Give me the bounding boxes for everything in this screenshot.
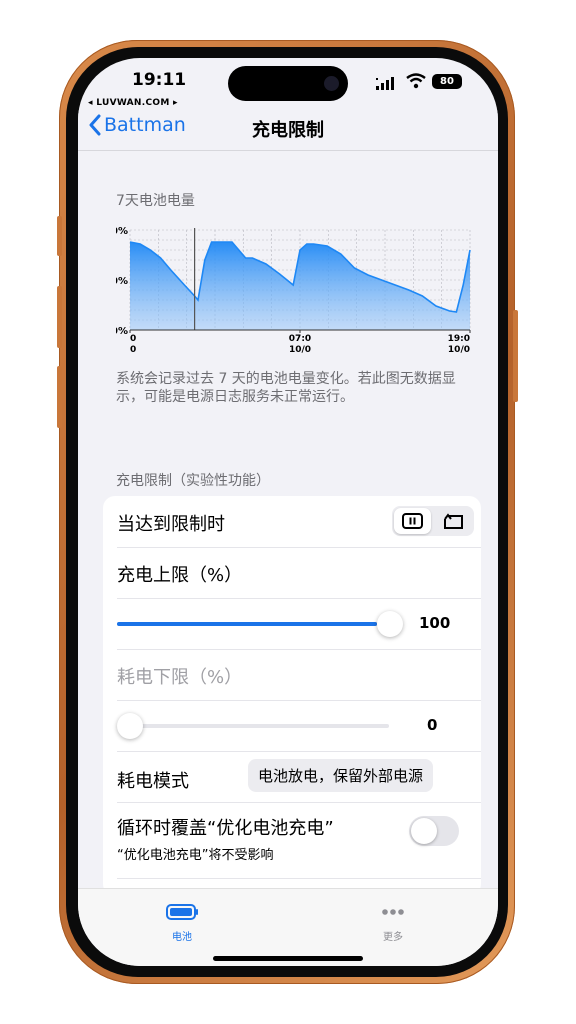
- drain-mode-selector[interactable]: 电池放电，保留外部电源: [248, 759, 434, 792]
- battery-level-area: [130, 242, 470, 330]
- home-indicator: [213, 956, 363, 961]
- cycle-icon: [444, 513, 463, 529]
- upper-limit-label: 充电上限（%）: [117, 565, 243, 586]
- x-tick-label: 10/0: [289, 345, 311, 355]
- power-button: [513, 310, 518, 402]
- y-tick-label: 100%: [116, 226, 128, 237]
- lower-limit-slider-knob[interactable]: [117, 713, 143, 739]
- charge-limit-card: 当达到限制时 充电上限（%） 100 耗电下限（%） 0 耗电模式 电池放电，保…: [103, 496, 481, 896]
- tab-more-label: 更多: [383, 932, 403, 943]
- navigation-bar: Battman 充电限制: [78, 110, 498, 151]
- battery-icon: [166, 904, 198, 920]
- action-button: [57, 216, 62, 256]
- cellular-signal-icon: [376, 76, 398, 94]
- override-toggle[interactable]: [409, 816, 459, 846]
- y-tick-label: 0%: [116, 326, 128, 337]
- dynamic-island: [228, 66, 348, 101]
- volume-down-button: [57, 366, 62, 428]
- x-tick-label: 0: [130, 334, 136, 344]
- chart-description: 系统会记录过去 7 天的电池电量变化。若此图无数据显示，可能是电源日志服务未正常…: [116, 371, 456, 405]
- pause-icon: [402, 513, 423, 529]
- y-tick-label: 50%: [116, 276, 128, 287]
- battery-level-chart: 100%50%0%0007:010/019:010/0: [116, 226, 471, 355]
- camera-icon: [324, 76, 339, 91]
- upper-limit-slider-knob[interactable]: [377, 611, 403, 637]
- drain-mode-row: 耗电模式 电池放电，保留外部电源: [117, 751, 481, 803]
- tab-battery[interactable]: 电池: [142, 903, 222, 943]
- status-time: 19:11: [132, 70, 187, 90]
- x-tick-label: 0: [130, 345, 136, 355]
- lower-limit-value: 0: [427, 716, 438, 734]
- x-tick-label: 19:0: [448, 334, 470, 344]
- cycle-option[interactable]: [435, 508, 472, 534]
- pause-option[interactable]: [394, 508, 431, 534]
- status-bar: 19:11 ◂ LUVWAN.COM ▸ 80: [78, 58, 498, 116]
- more-icon: [382, 909, 404, 915]
- page-title: 充电限制: [252, 120, 324, 141]
- override-label: 循环时覆盖“优化电池充电”: [117, 818, 334, 839]
- x-tick-label: 10/0: [448, 345, 470, 355]
- tab-battery-label: 电池: [172, 932, 192, 943]
- upper-limit-value: 100: [419, 614, 451, 632]
- screen: 19:11 ◂ LUVWAN.COM ▸ 80 Battman 充电限制 7天电…: [78, 58, 498, 966]
- charge-limit-section-header: 充电限制（实验性功能）: [116, 473, 270, 489]
- override-sublabel: “优化电池充电”将不受影响: [117, 848, 274, 863]
- tab-bar: 电池 更多: [78, 888, 498, 966]
- limit-action-segmented-control[interactable]: [392, 506, 474, 536]
- battery-status-icon: 80: [432, 74, 462, 89]
- lower-limit-slider-row: 0: [117, 700, 481, 752]
- upper-limit-label-row: 充电上限（%）: [117, 547, 481, 599]
- when-reached-row: 当达到限制时: [117, 496, 481, 548]
- lower-limit-slider-track[interactable]: [117, 724, 389, 728]
- override-row: 循环时覆盖“优化电池充电” “优化电池充电”将不受影响: [117, 802, 481, 879]
- override-toggle-knob: [411, 818, 437, 844]
- lower-limit-label: 耗电下限（%）: [117, 667, 243, 688]
- wifi-icon: [406, 73, 426, 93]
- when-reached-label: 当达到限制时: [117, 514, 225, 535]
- chart-section-header: 7天电池电量: [116, 193, 195, 209]
- volume-up-button: [57, 286, 62, 348]
- upper-limit-slider-fill: [117, 622, 377, 626]
- x-tick-label: 07:0: [289, 334, 311, 344]
- tab-more[interactable]: 更多: [353, 903, 433, 943]
- lower-limit-label-row: 耗电下限（%）: [117, 649, 481, 701]
- upper-limit-slider-row: 100: [117, 598, 481, 650]
- back-to-app-link[interactable]: ◂ LUVWAN.COM ▸: [88, 98, 178, 108]
- drain-mode-label: 耗电模式: [117, 771, 189, 792]
